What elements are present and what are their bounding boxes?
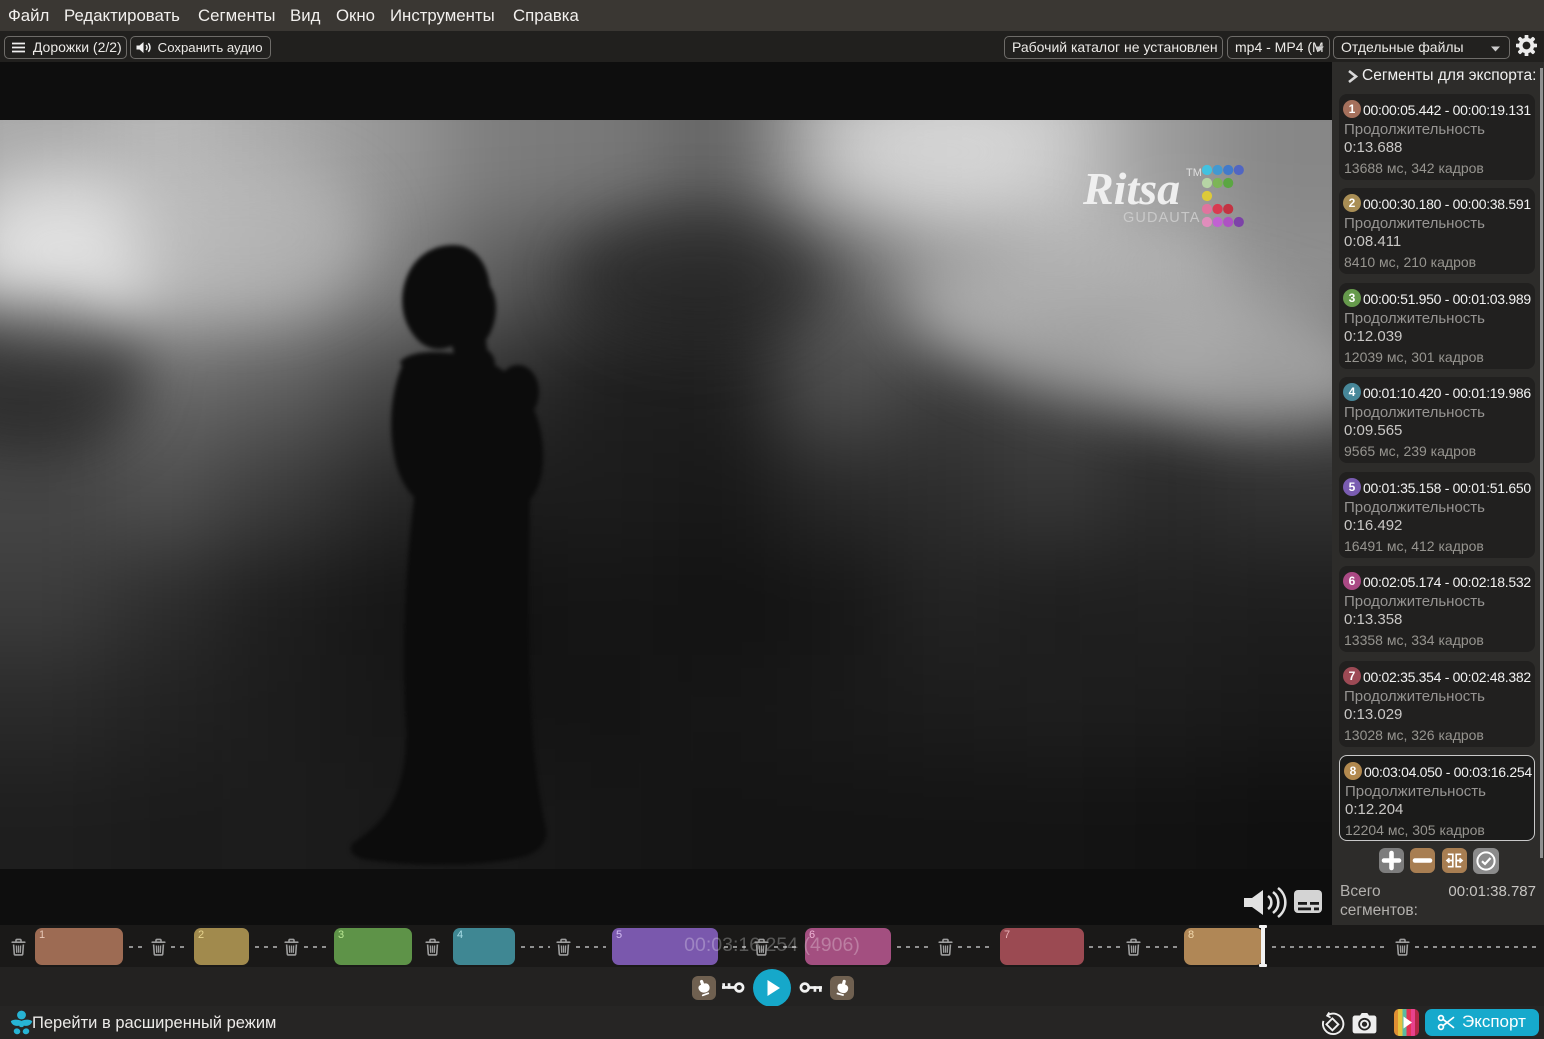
- svg-text:TM: TM: [1186, 167, 1202, 179]
- svg-text:Ritsa: Ritsa: [1082, 163, 1180, 214]
- svg-text:GUDAUTA: GUDAUTA: [1123, 210, 1201, 226]
